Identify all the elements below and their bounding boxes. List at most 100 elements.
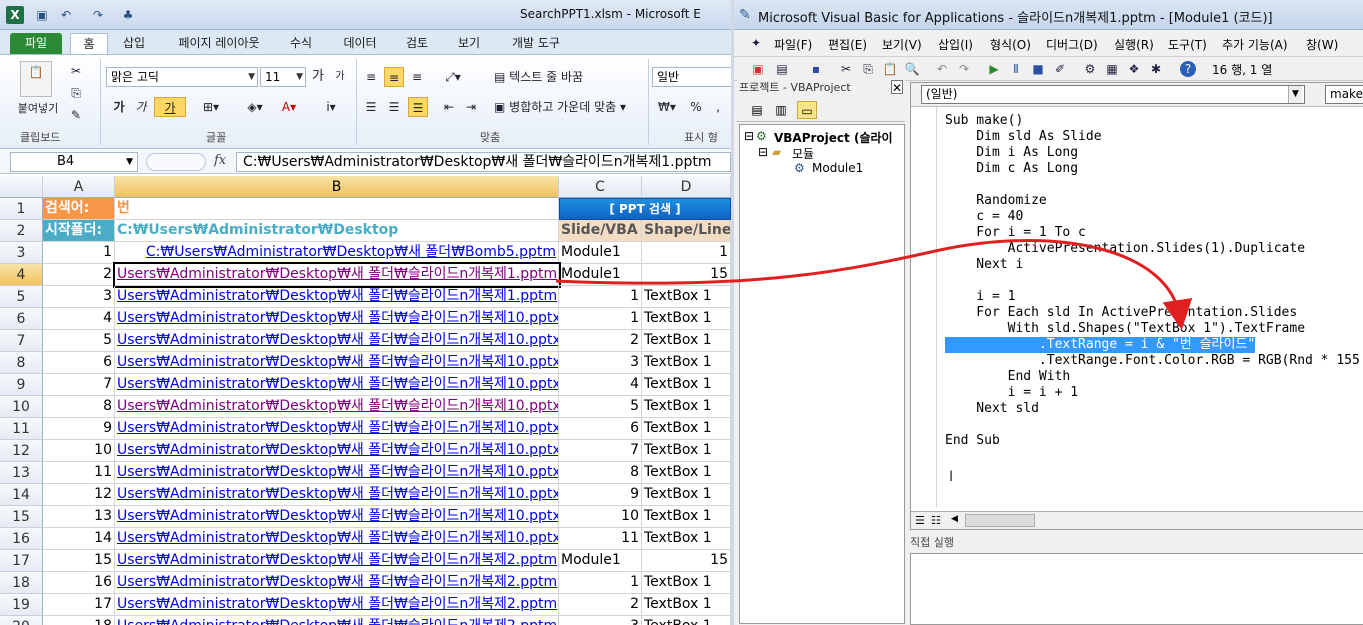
file-path-link[interactable]: Users₩Administrator₩Desktop₩새 폴더₩슬라이드n개복…	[117, 574, 557, 590]
wrap-text-button[interactable]: ▤ 텍스트 줄 바꿈	[494, 67, 598, 87]
column-title-slide[interactable]: Slide/VBA	[559, 220, 642, 242]
cell-slide[interactable]: Module1	[559, 242, 642, 264]
row-header[interactable]: 3	[0, 242, 43, 264]
row-header[interactable]: 10	[0, 396, 43, 418]
tab-formulas[interactable]: 수식	[284, 33, 318, 54]
cell-slide[interactable]: 10	[559, 506, 642, 528]
row-header[interactable]: 13	[0, 462, 43, 484]
procedure-view-icon[interactable]: ☰	[915, 514, 925, 527]
file-path-link[interactable]: Users₩Administrator₩Desktop₩새 폴더₩슬라이드n개복…	[117, 530, 558, 546]
row-header[interactable]: 6	[0, 308, 43, 330]
cell-file-link[interactable]: Users₩Administrator₩Desktop₩새 폴더₩슬라이드n개복…	[115, 462, 559, 484]
tab-data[interactable]: 데이터	[338, 33, 382, 54]
menu-window[interactable]: 창(W)	[1306, 36, 1338, 53]
run-icon[interactable]: ▶	[986, 61, 1002, 77]
cell-index[interactable]: 18	[43, 616, 115, 625]
start-folder-label[interactable]: 시작폴더:	[43, 220, 115, 242]
align-left-icon[interactable]: ☰	[362, 97, 380, 117]
menu-edit[interactable]: 편집(E)	[828, 36, 867, 53]
cell-slide[interactable]: 7	[559, 440, 642, 462]
cell-index[interactable]: 2	[43, 264, 115, 286]
cell-slide[interactable]: 2	[559, 594, 642, 616]
cut-icon[interactable]: ✂	[68, 61, 84, 81]
tab-file[interactable]: 파일	[10, 33, 62, 54]
properties-icon[interactable]: ▦	[1104, 61, 1120, 77]
file-path-link[interactable]: Users₩Administrator₩Desktop₩새 폴더₩슬라이드n개복…	[117, 442, 558, 458]
format-painter-icon[interactable]: ✎	[68, 105, 84, 125]
file-path-link[interactable]: Users₩Administrator₩Desktop₩새 폴더₩슬라이드n개복…	[117, 508, 558, 524]
row-header[interactable]: 7	[0, 330, 43, 352]
file-path-link[interactable]: Users₩Administrator₩Desktop₩새 폴더₩슬라이드n개복…	[117, 354, 558, 370]
menu-format[interactable]: 형식(O)	[990, 36, 1031, 53]
file-path-link[interactable]: Users₩Administrator₩Desktop₩새 폴더₩슬라이드n개복…	[117, 464, 558, 480]
row-header[interactable]: 5	[0, 286, 43, 308]
scroll-thumb[interactable]	[965, 514, 1035, 527]
cell-shape[interactable]: TextBox 1	[642, 594, 731, 616]
grow-font-button[interactable]: 가	[310, 67, 326, 87]
cell-slide[interactable]: 11	[559, 528, 642, 550]
cell-shape[interactable]: TextBox 1	[642, 462, 731, 484]
row-header[interactable]: 12	[0, 440, 43, 462]
cell-shape[interactable]: TextBox 1	[642, 330, 731, 352]
cell-index[interactable]: 6	[43, 352, 115, 374]
font-color-icon[interactable]: A▾	[274, 97, 304, 117]
cell-index[interactable]: 11	[43, 462, 115, 484]
phonetic-icon[interactable]: ⅰ▾	[318, 97, 344, 117]
code-line[interactable]: Next i	[945, 257, 1023, 273]
border-icon[interactable]: ⊞▾	[198, 97, 224, 117]
cell-index[interactable]: 3	[43, 286, 115, 308]
cell-index[interactable]: 14	[43, 528, 115, 550]
cell-file-link[interactable]: Users₩Administrator₩Desktop₩새 폴더₩슬라이드n개복…	[115, 616, 559, 625]
view-object-icon[interactable]: ▥	[771, 101, 791, 119]
fx-icon[interactable]: fx	[214, 153, 226, 168]
cell-slide[interactable]: 1	[559, 286, 642, 308]
cell-shape[interactable]: TextBox 1	[642, 396, 731, 418]
ppt-search-button[interactable]: [ PPT 검색 ]	[559, 198, 731, 220]
file-path-link[interactable]: Users₩Administrator₩Desktop₩새 폴더₩슬라이드n개복…	[117, 266, 557, 282]
cell-index[interactable]: 16	[43, 572, 115, 594]
object-browser-icon[interactable]: ❖	[1126, 61, 1142, 77]
cell-index[interactable]: 13	[43, 506, 115, 528]
procedure-select[interactable]: make	[1325, 85, 1363, 104]
undo-icon[interactable]: ↶	[934, 61, 950, 77]
cell-file-link[interactable]: Users₩Administrator₩Desktop₩새 폴더₩슬라이드n개복…	[115, 352, 559, 374]
cell-index[interactable]: 1	[43, 242, 115, 264]
cell-shape[interactable]: TextBox 1	[642, 286, 731, 308]
code-line[interactable]: Dim i As Long	[945, 145, 1078, 161]
cell-slide[interactable]: 1	[559, 572, 642, 594]
row-header[interactable]: 1	[0, 198, 43, 220]
save-icon[interactable]: ▣	[34, 7, 50, 23]
tree-node-modules[interactable]: 모듈	[792, 145, 814, 162]
view-code-icon[interactable]: ▤	[747, 101, 767, 119]
file-path-link[interactable]: Users₩Administrator₩Desktop₩새 폴더₩슬라이드n개복…	[117, 332, 558, 348]
percent-button[interactable]: %	[688, 97, 704, 117]
cell-shape[interactable]: TextBox 1	[642, 572, 731, 594]
cell-shape[interactable]: TextBox 1	[642, 374, 731, 396]
shrink-font-button[interactable]: 가	[332, 67, 348, 87]
comma-icon[interactable]: ,	[710, 97, 726, 117]
cell-slide[interactable]: 9	[559, 484, 642, 506]
row-header[interactable]: 4	[0, 264, 43, 286]
menu-tools[interactable]: 도구(T)	[1168, 36, 1207, 53]
row-header[interactable]: 11	[0, 418, 43, 440]
menu-view[interactable]: 보기(V)	[882, 36, 922, 53]
cell-slide[interactable]: 1	[559, 308, 642, 330]
bold-button[interactable]: 가	[110, 97, 128, 117]
cell-shape[interactable]: 15	[642, 264, 731, 286]
object-select[interactable]: (일반) ▼	[921, 85, 1305, 104]
collapse-icon[interactable]: ⊟	[758, 145, 768, 159]
align-bottom-icon[interactable]: ≡	[408, 67, 426, 87]
menu-addins[interactable]: 추가 기능(A)	[1222, 36, 1288, 53]
tab-home[interactable]: 홈	[70, 33, 108, 54]
cell-file-link[interactable]: Users₩Administrator₩Desktop₩새 폴더₩슬라이드n개복…	[115, 506, 559, 528]
code-line[interactable]: With sld.Shapes("TextBox 1").TextFrame	[945, 321, 1305, 337]
file-path-link[interactable]: Users₩Administrator₩Desktop₩새 폴더₩슬라이드n개복…	[117, 288, 557, 304]
cell-shape[interactable]: TextBox 1	[642, 484, 731, 506]
code-line[interactable]: Sub make()	[945, 113, 1023, 129]
code-line[interactable]: i = i + 1	[945, 385, 1078, 401]
align-center-icon[interactable]: ☰	[384, 97, 404, 117]
menu-file[interactable]: 파일(F)	[774, 36, 812, 53]
cell-file-link[interactable]: Users₩Administrator₩Desktop₩새 폴더₩슬라이드n개복…	[115, 594, 559, 616]
paste-button[interactable]: 붙여넣기	[10, 99, 66, 119]
pause-icon[interactable]: Ⅱ	[1008, 61, 1024, 77]
